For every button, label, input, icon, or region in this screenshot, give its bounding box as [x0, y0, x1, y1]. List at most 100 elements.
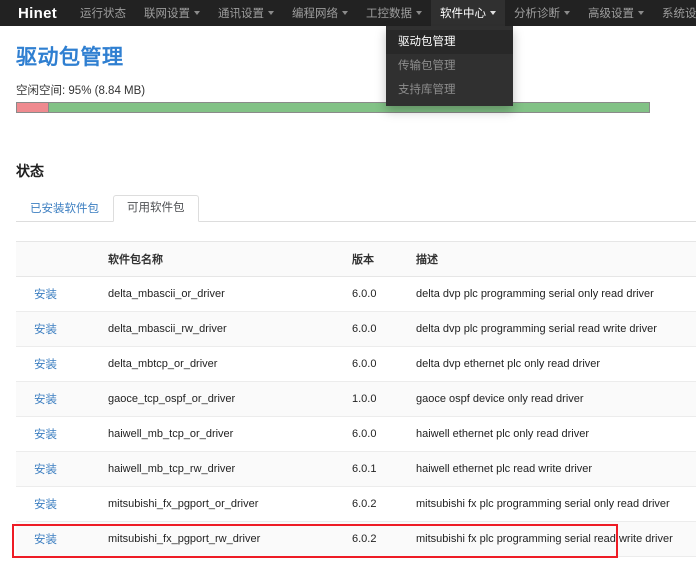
cell-action: 安装: [16, 312, 102, 347]
package-table-body: 安装delta_mbascii_or_driver6.0.0delta dvp …: [16, 277, 696, 566]
cell-version: 6.0.0: [346, 347, 410, 382]
cell-description: delta dvp plc programming serial read wr…: [410, 312, 696, 347]
cell-description: mitsubishi fx plc programming serial rea…: [410, 522, 696, 557]
cell-package-name: mitsubishi_fx_pgport_rw_driver: [102, 522, 346, 557]
cell-package-name: delta_mbascii_rw_driver: [102, 312, 346, 347]
cell-version: 1.0.0: [346, 382, 410, 417]
chevron-down-icon: [416, 11, 422, 15]
page-title: 驱动包管理: [16, 41, 684, 71]
nav-item-7[interactable]: 高级设置: [579, 0, 653, 26]
install-button[interactable]: 安装: [34, 429, 57, 441]
cell-package-name: haiwell_mb_tcp_or_driver: [102, 417, 346, 452]
cell-package-name: haiwell_mb_tcp_rw_driver: [102, 452, 346, 487]
cell-description: haiwell ethernet plc only read driver: [410, 417, 696, 452]
progress-used-segment: [17, 103, 49, 112]
cell-version: 6.0.1: [346, 452, 410, 487]
tab-0[interactable]: 已安装软件包: [16, 196, 113, 222]
page-content: 驱动包管理 空闲空间: 95% (8.84 MB) 状态 已安装软件包可用软件包…: [0, 41, 696, 566]
chevron-down-icon: [342, 11, 348, 15]
cell-package-name: mitsubishi_fx_tcp_or_driver: [102, 557, 346, 566]
free-space-percent: 95%: [68, 85, 91, 97]
cell-action: 安装: [16, 452, 102, 487]
table-row: 安装 delta_mbtcp_or_driver6.0.0delta dvp et…: [16, 347, 696, 382]
header-action: [16, 242, 102, 277]
cell-action: 安装: [16, 347, 102, 382]
cell-package-name: mitsubishi_fx_pgport_or_driver: [102, 487, 346, 522]
table-row: 安装 gaoce_tcp_ospf_or_driver1.0.0gaoce osp…: [16, 382, 696, 417]
install-button[interactable]: 安装: [34, 359, 57, 371]
nav-item-8[interactable]: 系统设置: [653, 0, 696, 26]
table-row: 安装 haiwell_mb_tcp_or_driver6.0.0haiwell e…: [16, 417, 696, 452]
cell-description: delta dvp plc programming serial only re…: [410, 277, 696, 312]
software-center-dropdown: 驱动包管理传输包管理支持库管理: [386, 26, 513, 106]
dropdown-item-1[interactable]: 传输包管理: [386, 54, 513, 78]
package-tabs: 已安装软件包可用软件包: [16, 195, 696, 222]
nav-item-0[interactable]: 运行状态: [71, 0, 135, 26]
install-button[interactable]: 安装: [34, 394, 57, 406]
chevron-down-icon: [194, 11, 200, 15]
cell-action: 安装: [16, 522, 102, 557]
install-button[interactable]: 安装: [34, 324, 57, 336]
cell-action: 安装: [16, 557, 102, 566]
install-button[interactable]: 安装: [34, 289, 57, 301]
cell-action: 安装: [16, 382, 102, 417]
table-row: 安装 delta_mbascii_rw_driver6.0.0delta dvp …: [16, 312, 696, 347]
cell-description: delta dvp ethernet plc only read driver: [410, 347, 696, 382]
status-heading: 状态: [16, 161, 684, 181]
cell-description: mitsubishi fx ethernet plc only read dri…: [410, 557, 696, 566]
cell-version: 6.0.0: [346, 557, 410, 566]
free-space-size: (8.84 MB): [95, 85, 146, 97]
nav-item-label: 分析诊断: [514, 5, 560, 21]
dropdown-item-2[interactable]: 支持库管理: [386, 78, 513, 102]
table-row: 安装 mitsubishi_fx_pgport_rw_driver6.0.2mit…: [16, 522, 696, 557]
install-button[interactable]: 安装: [34, 534, 57, 546]
dropdown-item-0[interactable]: 驱动包管理: [386, 30, 513, 54]
cell-version: 6.0.0: [346, 417, 410, 452]
table-row: 安装mitsubishi_fx_pgport_or_driver6.0.2mit…: [16, 487, 696, 522]
nav-item-1[interactable]: 联网设置: [135, 0, 209, 26]
package-table: 软件包名称 版本 描述 安装delta_mbascii_or_driver6.0…: [16, 242, 696, 566]
nav-item-2[interactable]: 通讯设置: [209, 0, 283, 26]
nav-item-4[interactable]: 工控数据: [357, 0, 431, 26]
cell-description: gaoce ospf device only read driver: [410, 382, 696, 417]
nav-item-3[interactable]: 编程网络: [283, 0, 357, 26]
table-row: 安装mitsubishi_fx_tcp_or_driver6.0.0mitsub…: [16, 557, 696, 566]
nav-item-6[interactable]: 分析诊断: [505, 0, 579, 26]
cell-action: 安装: [16, 277, 102, 312]
nav-item-list: 运行状态联网设置通讯设置编程网络工控数据软件中心分析诊断高级设置系统设置退出: [71, 0, 696, 26]
cell-action: 安装: [16, 417, 102, 452]
progress-free-segment: [49, 103, 649, 112]
nav-item-label: 编程网络: [292, 5, 338, 21]
header-name: 软件包名称: [102, 242, 346, 277]
nav-item-5[interactable]: 软件中心: [431, 0, 505, 26]
cell-description: haiwell ethernet plc read write driver: [410, 452, 696, 487]
free-space-progressbar: [16, 102, 650, 113]
nav-item-label: 通讯设置: [218, 5, 264, 21]
nav-item-label: 系统设置: [662, 5, 696, 21]
package-table-area: 软件包名称 版本 描述 安装delta_mbascii_or_driver6.0…: [16, 241, 696, 566]
chevron-down-icon: [268, 11, 274, 15]
table-row: 安装 delta_mbascii_or_driver6.0.0delta dvp …: [16, 277, 696, 312]
cell-version: 6.0.0: [346, 312, 410, 347]
header-version: 版本: [346, 242, 410, 277]
install-button[interactable]: 安装: [34, 464, 57, 476]
chevron-down-icon: [490, 11, 496, 15]
tab-1[interactable]: 可用软件包: [113, 195, 199, 222]
install-button[interactable]: 安装: [34, 499, 57, 511]
brand-logo[interactable]: Hinet: [0, 0, 71, 26]
cell-version: 6.0.2: [346, 522, 410, 557]
cell-version: 6.0.2: [346, 487, 410, 522]
cell-package-name: gaoce_tcp_ospf_or_driver: [102, 382, 346, 417]
nav-item-label: 联网设置: [144, 5, 190, 21]
cell-version: 6.0.0: [346, 277, 410, 312]
free-space-label: 空闲空间: 95% (8.84 MB): [16, 82, 684, 98]
chevron-down-icon: [564, 11, 570, 15]
chevron-down-icon: [638, 11, 644, 15]
free-space-caption: 空闲空间:: [16, 85, 65, 97]
package-table-head: 软件包名称 版本 描述: [16, 242, 696, 277]
cell-package-name: delta_mbtcp_or_driver: [102, 347, 346, 382]
nav-item-label: 高级设置: [588, 5, 634, 21]
table-row: 安装 haiwell_mb_tcp_rw_driver6.0.1haiwell e…: [16, 452, 696, 487]
top-navbar: Hinet 运行状态联网设置 通讯设置 编程网络 工控数据软件中心分析诊断 高级设置 系统…: [0, 0, 696, 26]
cell-package-name: delta_mbascii_or_driver: [102, 277, 346, 312]
